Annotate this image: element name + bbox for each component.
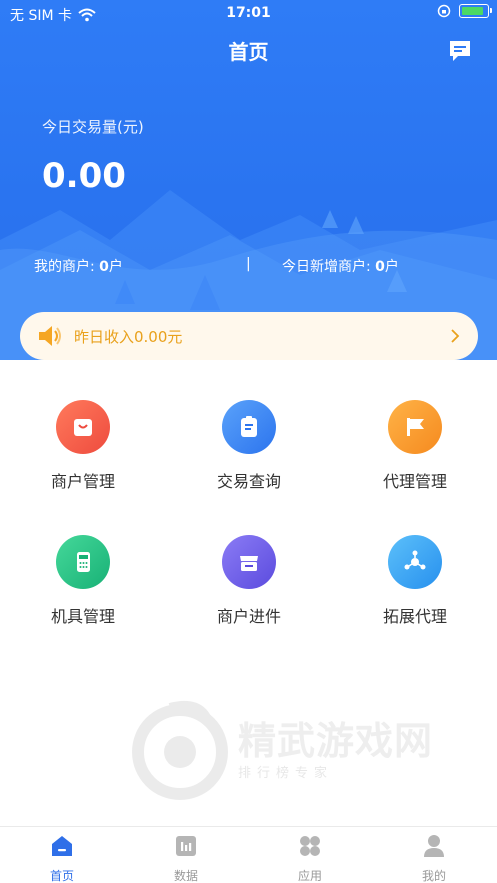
menu-transaction-query[interactable]: 交易查询 [166, 400, 332, 492]
menu-label: 商户管理 [50, 472, 115, 491]
menu-label: 交易查询 [216, 472, 281, 491]
tab-label: 首页 [49, 869, 74, 883]
speaker-icon [39, 326, 61, 346]
message-icon[interactable] [447, 38, 473, 64]
menu-merchant-management[interactable]: 商户管理 [0, 400, 166, 492]
my-merchants-count: 0 [99, 259, 109, 275]
home-icon [52, 836, 72, 856]
watermark-title: 精武游戏网 [238, 719, 434, 763]
watermark-emblem-icon [132, 700, 228, 800]
chart-icon [176, 836, 196, 856]
storefront-icon [222, 535, 276, 589]
pos-terminal-icon [56, 535, 110, 589]
status-bar: 无 SIM 卡 17:01 [0, 0, 497, 26]
menu-merchant-onboarding[interactable]: 商户进件 [166, 535, 332, 627]
menu-label: 机具管理 [50, 607, 115, 626]
menu-label: 商户进件 [216, 607, 281, 626]
new-merchants-count: 0 [375, 259, 385, 275]
clipboard-icon [222, 400, 276, 454]
new-merchants-label: 今日新增商户: [282, 259, 376, 275]
trade-volume-label: 今日交易量(元) [42, 118, 144, 136]
chevron-right-icon [451, 329, 460, 343]
tab-data[interactable]: 数据 [124, 833, 248, 883]
income-notice-bar[interactable]: 昨日收入0.00元 [20, 312, 478, 360]
menu-agent-management[interactable]: 代理管理 [332, 400, 497, 492]
tab-label: 应用 [297, 869, 322, 883]
menu-device-management[interactable]: 机具管理 [0, 535, 166, 627]
shopping-bag-icon [56, 400, 110, 454]
user-icon [424, 835, 444, 857]
menu-label: 拓展代理 [382, 607, 447, 626]
rotation-lock-icon [437, 4, 451, 18]
network-icon [388, 535, 442, 589]
apps-icon [300, 836, 320, 856]
my-merchants-label: 我的商户: [34, 259, 100, 275]
my-merchants[interactable]: 我的商户: 0户 [34, 256, 123, 276]
trade-volume-value: 0.00 [42, 156, 126, 196]
battery-icon [459, 4, 492, 18]
bottom-tab-bar: 首页 数据 应用 我的 [0, 826, 497, 883]
yesterday-income-text: 昨日收入0.00元 [74, 327, 183, 346]
watermark-subtitle: 排行榜专家 [238, 766, 334, 781]
tab-apps[interactable]: 应用 [248, 833, 372, 883]
page-title: 首页 [228, 40, 269, 64]
clock: 17:01 [226, 5, 271, 21]
menu-label: 代理管理 [382, 472, 447, 491]
flag-icon [388, 400, 442, 454]
home-screen: 无 SIM 卡 17:01 首页 今日交易量(元) 0.00 我的商户: 0户 … [0, 0, 497, 883]
tab-label: 数据 [173, 869, 198, 883]
tab-home[interactable]: 首页 [0, 833, 124, 883]
header-banner: 无 SIM 卡 17:01 首页 今日交易量(元) 0.00 我的商户: 0户 … [0, 0, 497, 360]
stats-divider: | [246, 256, 251, 272]
menu-expand-agent[interactable]: 拓展代理 [332, 535, 497, 627]
new-merchants-unit: 户 [384, 259, 399, 275]
my-merchants-unit: 户 [108, 259, 123, 275]
new-merchants[interactable]: 今日新增商户: 0户 [282, 256, 399, 276]
tab-label: 我的 [421, 869, 446, 883]
watermark-logo: 精武游戏网 排行榜专家 [130, 700, 470, 800]
tab-mine[interactable]: 我的 [372, 833, 496, 883]
